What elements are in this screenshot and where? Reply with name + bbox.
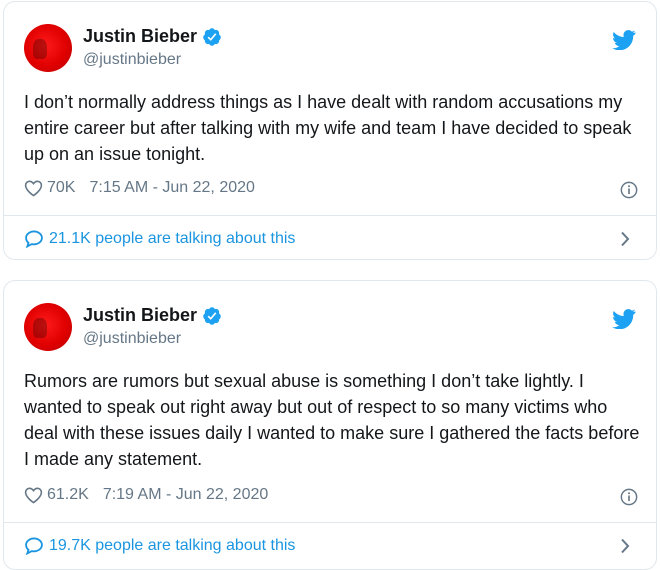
tweet-text: I don’t normally address things as I hav… [24, 92, 632, 164]
divider [4, 215, 656, 216]
author-row: Justin Bieber [83, 305, 222, 326]
verified-icon [203, 306, 221, 325]
like-count[interactable]: 70K [47, 179, 75, 197]
timestamp[interactable]: 7:19 AM - Jun 22, 2020 [103, 486, 268, 504]
conversation-link[interactable]: 19.7K people are talking about this [24, 536, 295, 555]
conversation-label[interactable]: 19.7K people are talking about this [49, 537, 295, 555]
author-name[interactable]: Justin Bieber [83, 305, 197, 326]
info-icon[interactable] [620, 488, 638, 506]
chevron-right-icon[interactable] [620, 231, 630, 247]
conversation-label[interactable]: 21.1K people are talking about this [49, 230, 295, 248]
author-handle[interactable]: @justinbieber [83, 330, 181, 348]
divider [4, 522, 656, 523]
author-handle[interactable]: @justinbieber [83, 51, 181, 69]
chevron-right-icon[interactable] [620, 538, 630, 554]
tweet-card[interactable]: Justin Bieber @justinbieber I don’t norm… [3, 1, 657, 260]
speech-bubble-icon [25, 230, 43, 248]
info-icon[interactable] [620, 181, 638, 199]
tweet-meta: 61.2K 7:19 AM - Jun 22, 2020 [24, 486, 268, 504]
timestamp[interactable]: 7:15 AM - Jun 22, 2020 [89, 179, 254, 197]
speech-bubble-icon [25, 537, 43, 555]
twitter-bird-icon[interactable] [612, 30, 636, 50]
avatar[interactable] [24, 24, 72, 72]
author-row: Justin Bieber [83, 26, 222, 47]
tweet-card[interactable]: Justin Bieber @justinbieber Rumors are r… [3, 280, 657, 570]
avatar[interactable] [24, 303, 72, 351]
tweet-text: Rumors are rumors but sexual abuse is so… [24, 371, 640, 469]
verified-icon [203, 27, 221, 46]
twitter-bird-icon[interactable] [612, 309, 636, 329]
heart-icon[interactable] [24, 179, 43, 197]
conversation-link[interactable]: 21.1K people are talking about this [24, 229, 295, 248]
like-count[interactable]: 61.2K [47, 486, 89, 504]
heart-icon[interactable] [24, 486, 43, 504]
tweet-meta: 70K 7:15 AM - Jun 22, 2020 [24, 179, 255, 197]
author-name[interactable]: Justin Bieber [83, 26, 197, 47]
